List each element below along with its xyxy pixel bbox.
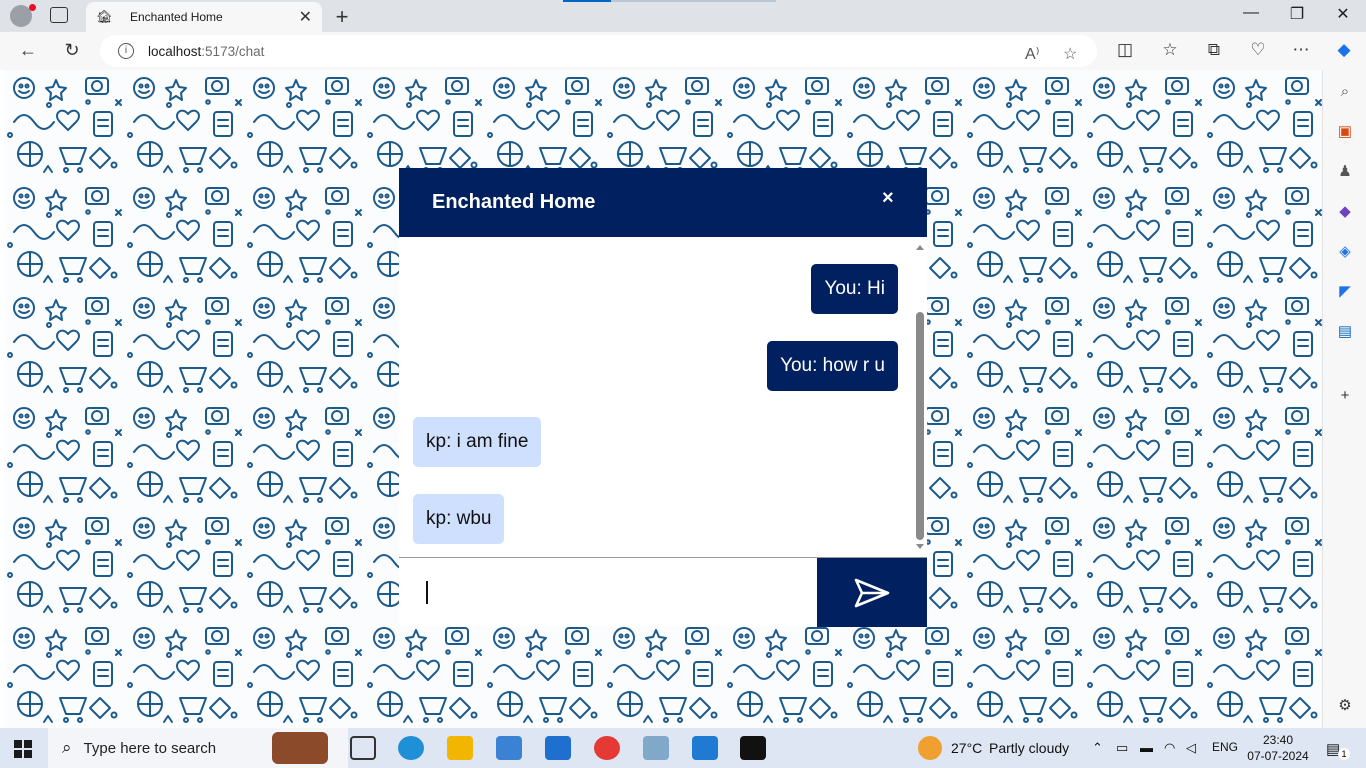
url-path: :5173/chat — [201, 43, 265, 59]
wifi-icon[interactable]: ◠ — [1164, 740, 1175, 756]
more-menu-icon[interactable]: ⋯ — [1290, 40, 1312, 60]
browser-nav-bar: ← ↻ i localhost:5173/chat A⁾ ☆ ◫ ☆ ⧉ ♡ ⋯… — [0, 32, 1366, 70]
sidebar-add-icon[interactable]: + — [1335, 386, 1355, 406]
message-composer — [399, 557, 927, 627]
sidebar-drop-icon[interactable]: ◤ — [1335, 282, 1355, 302]
browser-tab-bar: 🏚 Enchanted Home ✕ + — ❐ ✕ — [0, 0, 1366, 32]
tab-close-icon[interactable]: ✕ — [299, 7, 312, 27]
browser-tab[interactable]: 🏚 Enchanted Home ✕ — [86, 2, 322, 32]
collections-icon[interactable]: ⧉ — [1203, 40, 1225, 60]
chat-window: Enchanted Home × You: Hi You: how r u kp… — [399, 168, 927, 627]
split-screen-icon[interactable]: ◫ — [1114, 40, 1136, 60]
favorites-icon[interactable]: ☆ — [1159, 40, 1181, 60]
message-list[interactable]: You: Hi You: how r u kp: i am fine kp: w… — [399, 237, 927, 557]
loading-indicator-track — [611, 0, 776, 2]
favorite-star-icon[interactable]: ☆ — [1063, 44, 1077, 64]
message-bubble: You: how r u — [767, 341, 898, 391]
restore-icon[interactable]: ❐ — [1274, 4, 1320, 24]
message-input[interactable] — [399, 558, 817, 626]
new-tab-icon[interactable]: + — [330, 4, 354, 30]
message-scrollbar[interactable] — [914, 245, 926, 549]
browser-essentials-icon[interactable]: ♡ — [1247, 40, 1269, 60]
copilot-icon[interactable]: ◆ — [1333, 40, 1355, 60]
volume-icon[interactable]: ◁ — [1186, 740, 1196, 756]
window-close-icon[interactable]: ✕ — [1320, 4, 1366, 24]
read-aloud-icon[interactable]: A⁾ — [1025, 44, 1040, 64]
sidebar-office-icon[interactable]: ◆ — [1335, 202, 1355, 222]
scroll-down-arrow-icon[interactable] — [916, 544, 924, 549]
sidebar-search-icon[interactable]: ⌕ — [1335, 82, 1355, 102]
clock[interactable]: 23:40 07-07-2024 — [1246, 732, 1310, 764]
message-bubble: kp: i am fine — [413, 417, 542, 467]
app-icon[interactable] — [643, 736, 669, 760]
refresh-icon[interactable]: ↻ — [60, 40, 84, 61]
clock-date: 07-07-2024 — [1247, 749, 1309, 763]
mail-icon[interactable] — [545, 736, 571, 760]
search-icon: ⌕ — [62, 738, 72, 757]
weather-text[interactable]: Partly cloudy — [989, 740, 1069, 756]
message-bubble: You: Hi — [811, 264, 898, 314]
sidebar-outlook-icon[interactable]: ▤ — [1335, 322, 1355, 342]
chrome-icon[interactable] — [594, 736, 620, 760]
tray-chevron-icon[interactable]: ⌃ — [1092, 740, 1103, 756]
edge-sidebar: ⌕ ▣ ♟ ◆ ◈ ◤ ▤ + ⚙ — [1322, 70, 1366, 728]
minimize-icon[interactable]: — — [1228, 4, 1274, 22]
battery-icon[interactable]: ▬ — [1140, 740, 1153, 755]
url-host: localhost — [148, 43, 202, 59]
sidebar-settings-icon[interactable]: ⚙ — [1335, 696, 1355, 716]
windows-taskbar: ⌕ Type here to search 27°C Partly cloudy… — [0, 728, 1366, 768]
loading-indicator — [563, 0, 611, 2]
terminal-icon[interactable] — [740, 736, 766, 760]
notification-count: 1 — [1338, 748, 1350, 760]
scroll-up-arrow-icon[interactable] — [916, 245, 924, 250]
file-explorer-icon[interactable] — [447, 736, 473, 760]
task-view-icon[interactable] — [350, 736, 376, 760]
chat-page: Enchanted Home × You: Hi You: how r u kp… — [4, 70, 1322, 728]
clock-time: 23:40 — [1262, 733, 1294, 747]
vscode-icon[interactable] — [692, 736, 718, 760]
sidebar-games-icon[interactable]: ◈ — [1335, 242, 1355, 262]
chat-header: Enchanted Home × — [399, 168, 927, 237]
search-placeholder: Type here to search — [83, 739, 217, 757]
tray-device-icon[interactable]: ▭ — [1116, 740, 1128, 756]
search-highlight-image-icon — [272, 732, 328, 764]
tab-favicon-icon: 🏚 — [96, 9, 113, 24]
edge-taskbar-icon[interactable] — [398, 736, 424, 760]
text-caret — [426, 581, 428, 604]
sidebar-shopping-icon[interactable]: ▣ — [1335, 122, 1355, 142]
sidebar-tools-icon[interactable]: ♟ — [1335, 162, 1355, 182]
profile-notification-dot — [29, 4, 36, 11]
weather-temp[interactable]: 27°C — [951, 740, 982, 756]
tab-title: Enchanted Home — [130, 10, 223, 24]
scrollbar-thumb[interactable] — [916, 312, 924, 540]
address-bar[interactable]: i localhost:5173/chat A⁾ ☆ — [100, 35, 1097, 67]
site-info-icon[interactable]: i — [118, 43, 134, 59]
close-chat-button[interactable]: × — [882, 187, 894, 210]
back-icon[interactable]: ← — [16, 40, 40, 61]
chat-title: Enchanted Home — [432, 191, 596, 213]
weather-icon[interactable] — [918, 736, 942, 760]
send-button[interactable] — [817, 558, 927, 627]
tab-actions-icon[interactable] — [50, 7, 68, 23]
windows-start-icon[interactable] — [14, 740, 32, 758]
language-indicator[interactable]: ENG — [1212, 740, 1238, 754]
message-bubble: kp: wbu — [413, 494, 505, 544]
store-icon[interactable] — [496, 736, 522, 760]
send-icon — [854, 578, 890, 607]
